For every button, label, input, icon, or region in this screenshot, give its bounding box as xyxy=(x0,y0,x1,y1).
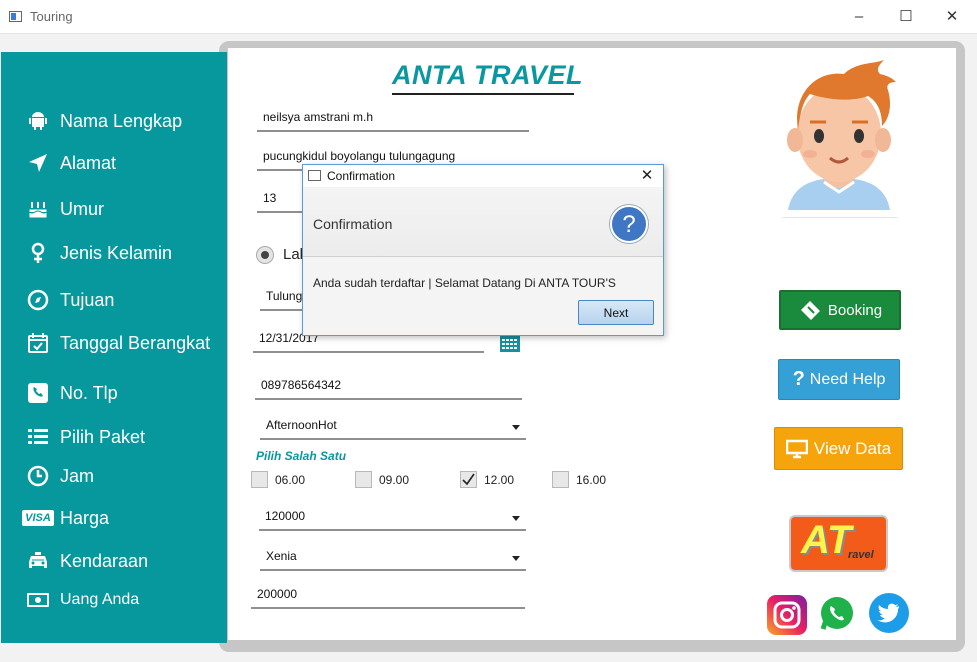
sidebar-item-tujuan: Tujuan xyxy=(24,286,114,314)
chevron-down-icon xyxy=(512,425,520,430)
dialog-close-button[interactable]: ✕ xyxy=(636,166,658,186)
booking-button-label: Booking xyxy=(827,301,883,319)
need-help-button-label: Need Help xyxy=(809,370,886,388)
jam-checkbox-1200[interactable] xyxy=(460,471,477,488)
ticket-icon xyxy=(800,301,820,320)
calendar-picker-icon[interactable] xyxy=(500,335,520,357)
list-icon xyxy=(24,423,52,451)
sidebar-item-jenis-kelamin: Jenis Kelamin xyxy=(24,239,172,267)
sidebar-item-label: Umur xyxy=(60,198,104,219)
visa-card-icon: VISA xyxy=(22,504,54,532)
maximize-button[interactable]: ☐ xyxy=(883,4,929,30)
dialog-header: Confirmation ? xyxy=(303,187,663,257)
jam-checkbox-label: 06.00 xyxy=(275,473,306,487)
view-data-button[interactable]: View Data xyxy=(774,427,903,470)
pilih-paket-value: AfternoonHot xyxy=(266,418,337,432)
calendar-check-icon xyxy=(24,329,52,357)
jam-checkbox-label: 12.00 xyxy=(484,473,515,487)
dialog-title: Confirmation xyxy=(327,169,396,183)
nama-lengkap-field[interactable]: neilsya amstrani m.h xyxy=(257,110,529,132)
dialog-header-text: Confirmation xyxy=(313,216,393,232)
chevron-down-icon xyxy=(512,516,520,521)
harga-combo[interactable]: 120000 xyxy=(259,509,526,531)
confirmation-dialog: Confirmation ✕ Confirmation ? Anda sudah… xyxy=(302,164,664,336)
jam-checkbox-0600[interactable] xyxy=(251,471,268,488)
sidebar-item-kendaraan: Kendaraan xyxy=(24,547,148,575)
dialog-window-icon xyxy=(308,170,321,181)
clock-icon xyxy=(24,462,52,490)
navigation-arrow-icon xyxy=(24,149,52,177)
need-help-button[interactable]: ? Need Help xyxy=(778,359,900,400)
sidebar-item-label: Jenis Kelamin xyxy=(60,242,173,263)
whatsapp-icon[interactable] xyxy=(818,595,856,633)
close-button[interactable]: ✕ xyxy=(929,4,975,30)
sidebar-item-label: Kendaraan xyxy=(60,550,149,571)
compass-icon xyxy=(24,286,52,314)
sidebar-item-tanggal-berangkat: Tanggal Berangkat xyxy=(24,329,210,357)
kendaraan-value: Xenia xyxy=(266,549,297,563)
next-button[interactable]: Next xyxy=(578,300,654,325)
sidebar-item-uang-anda: Uang Anda xyxy=(24,586,139,614)
sidebar-item-label: Tanggal Berangkat xyxy=(60,332,211,353)
question-icon: ? xyxy=(792,368,805,390)
phone-icon xyxy=(24,379,52,407)
jam-checkbox-1600[interactable] xyxy=(552,471,569,488)
brand-title-underline xyxy=(392,93,574,95)
harga-value: 120000 xyxy=(265,509,306,523)
sidebar-item-label: Jam xyxy=(60,465,95,486)
brand-title: ANTA TRAVEL xyxy=(392,60,583,90)
sidebar-item-label: Tujuan xyxy=(60,289,115,310)
birthday-cake-icon xyxy=(24,195,52,223)
sidebar-item-harga: VISA Harga xyxy=(22,504,109,532)
sidebar-item-label: Uang Anda xyxy=(60,591,140,608)
gender-radio-laki[interactable] xyxy=(256,246,274,264)
jam-checkbox-label: 16.00 xyxy=(576,473,607,487)
sidebar-item-label: Harga xyxy=(60,507,110,528)
uang-anda-field[interactable]: 200000 xyxy=(251,587,525,609)
anta-travel-logo[interactable]: AT ravel xyxy=(789,515,888,572)
android-icon xyxy=(24,107,52,135)
sidebar-item-pilih-paket: Pilih Paket xyxy=(24,423,145,451)
no-tlp-field[interactable]: 089786564342 xyxy=(255,378,522,400)
pilih-salah-satu-label: Pilih Salah Satu xyxy=(256,449,347,463)
window-title: Touring xyxy=(30,9,73,24)
chevron-down-icon xyxy=(512,556,520,561)
sidebar-item-alamat: Alamat xyxy=(24,149,116,177)
sidebar-item-jam: Jam xyxy=(24,462,94,490)
jam-checkbox-0900[interactable] xyxy=(355,471,372,488)
kendaraan-combo[interactable]: Xenia xyxy=(260,549,526,571)
window-title-bar: Touring – ☐ ✕ xyxy=(0,0,977,34)
sidebar-item-label: Alamat xyxy=(60,152,117,173)
sidebar-item-nama-lengkap: Nama Lengkap xyxy=(24,107,182,135)
sidebar-item-label: Pilih Paket xyxy=(60,426,146,447)
booking-button[interactable]: Booking xyxy=(779,290,901,330)
pilih-paket-combo[interactable]: AfternoonHot xyxy=(260,418,526,440)
monitor-icon xyxy=(785,439,808,458)
avatar xyxy=(780,58,898,223)
minimize-button[interactable]: – xyxy=(836,4,882,30)
sidebar-item-umur: Umur xyxy=(24,195,104,223)
sidebar-item-label: Nama Lengkap xyxy=(60,110,183,131)
gender-icon xyxy=(24,239,52,267)
sidebar-item-no-tlp: No. Tlp xyxy=(24,379,118,407)
dialog-title-bar: Confirmation ✕ xyxy=(303,165,663,187)
instagram-icon[interactable] xyxy=(767,595,807,635)
question-icon: ? xyxy=(610,205,648,243)
money-icon xyxy=(24,586,52,614)
jam-checkbox-label: 09.00 xyxy=(379,473,410,487)
checkmark-icon xyxy=(462,473,475,486)
twitter-icon[interactable] xyxy=(869,593,909,633)
dialog-message: Anda sudah terdaftar | Selamat Datang Di… xyxy=(313,276,616,290)
app-window-icon xyxy=(9,11,22,22)
sidebar-item-label: No. Tlp xyxy=(60,382,118,403)
taxi-icon xyxy=(24,547,52,575)
view-data-button-label: View Data xyxy=(813,438,892,458)
